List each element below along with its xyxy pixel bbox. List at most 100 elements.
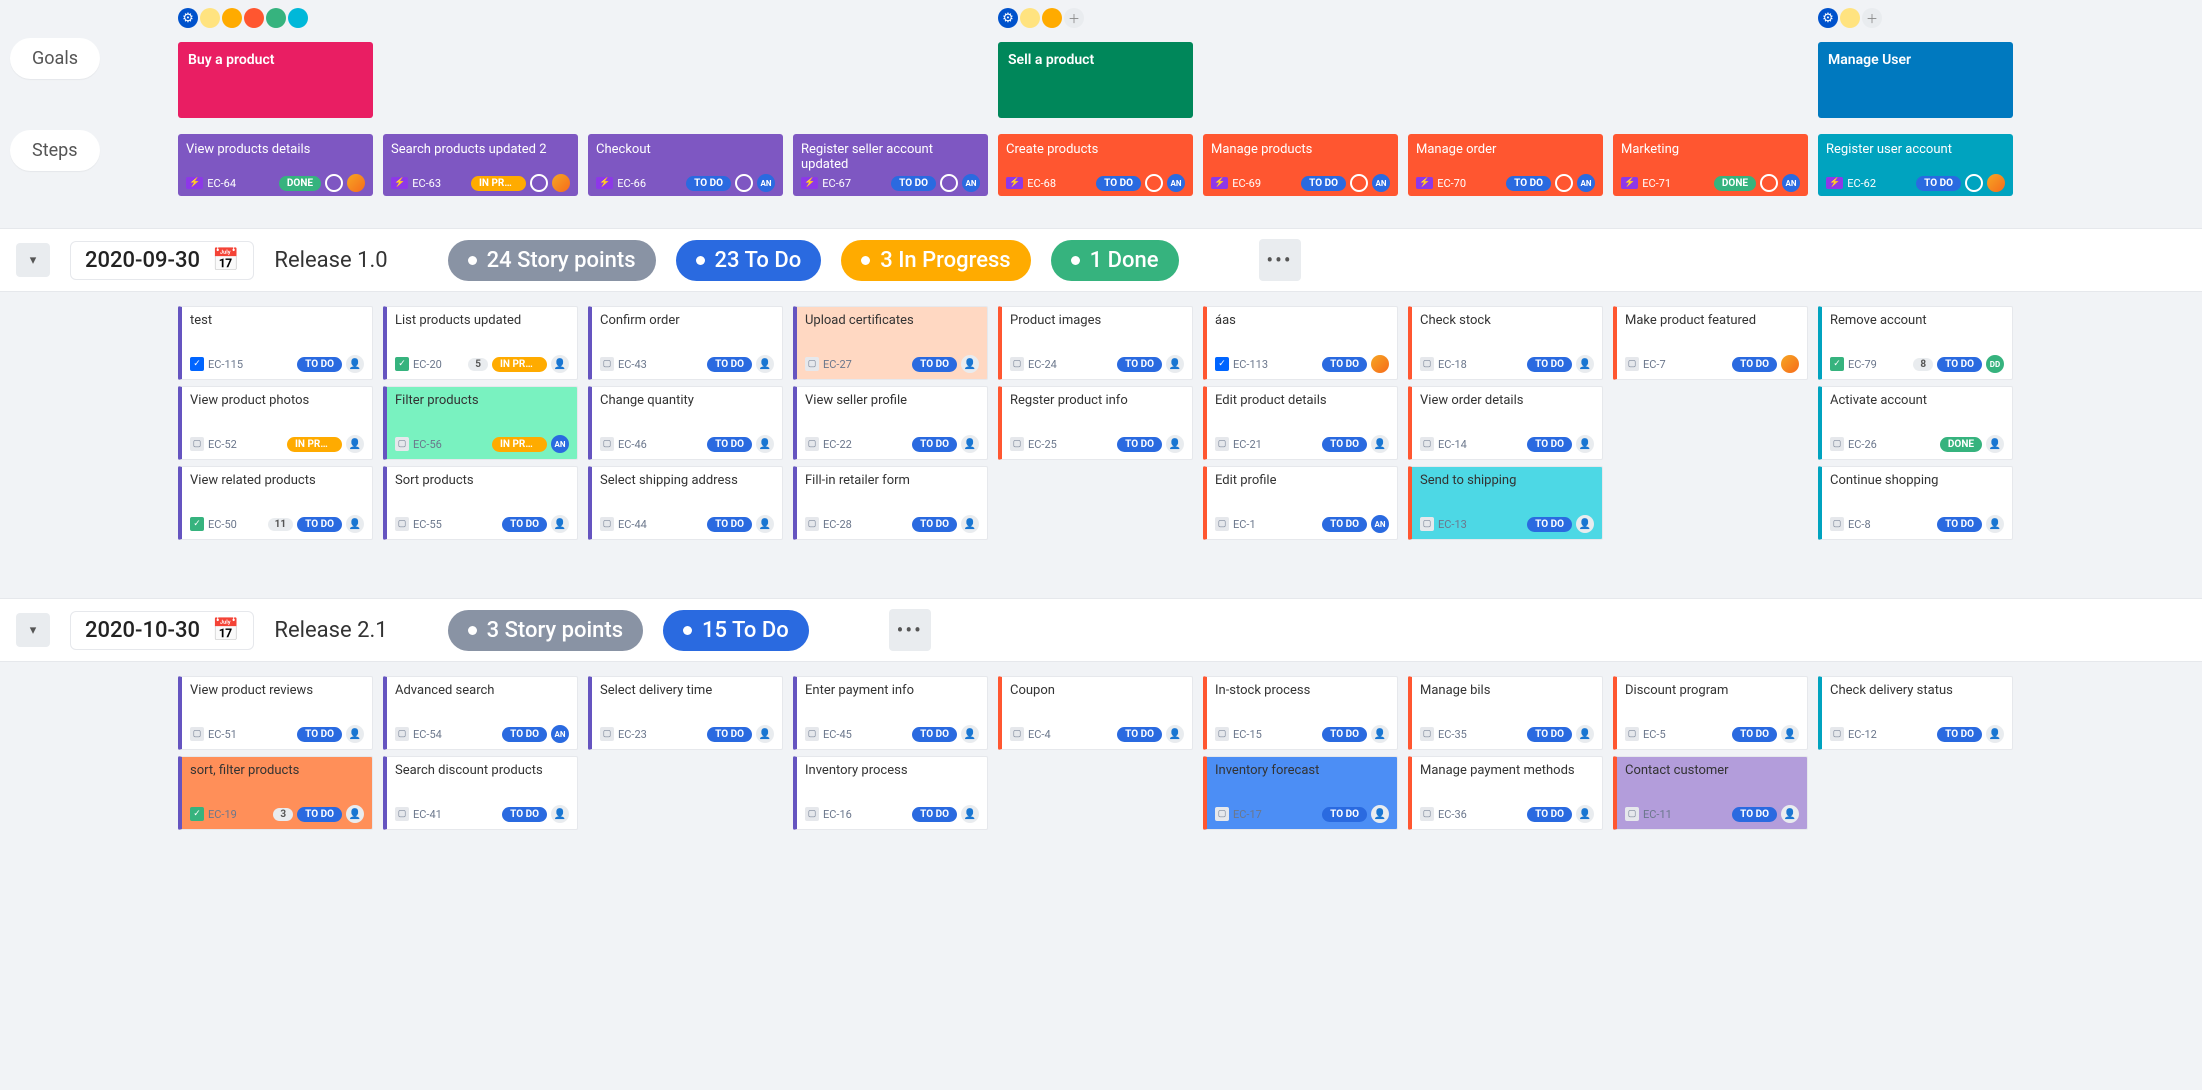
avatar (552, 174, 570, 192)
story-card[interactable]: Sort products ▢EC-55 TO DO👤 (383, 466, 578, 540)
story-card[interactable]: Inventory forecast ▢EC-17 TO DO👤 (1203, 756, 1398, 830)
persona-avatar[interactable] (222, 8, 242, 28)
story-card[interactable]: Search discount products ▢EC-41 TO DO👤 (383, 756, 578, 830)
step-card[interactable]: Register user account ⚡EC-62 TO DO (1818, 134, 2013, 196)
story-card[interactable]: Confirm order ▢EC-43 TO DO👤 (588, 306, 783, 380)
story-card[interactable]: Product images ▢EC-24 TO DO👤 (998, 306, 1193, 380)
story-card[interactable]: Change quantity ▢EC-46 TO DO👤 (588, 386, 783, 460)
release-stat-pill[interactable]: 15 To Do (663, 610, 809, 651)
story-key: EC-44 (618, 518, 647, 531)
story-title: Enter payment info (805, 683, 979, 698)
step-title: Register seller account updated (801, 142, 980, 172)
step-card[interactable]: Register seller account updated ⚡EC-67 T… (793, 134, 988, 196)
story-card[interactable]: test ✓EC-115 TO DO👤 (178, 306, 373, 380)
unassigned-icon: 👤 (1986, 435, 2004, 453)
story-card[interactable]: View product reviews ▢EC-51 TO DO👤 (178, 676, 373, 750)
status-pill: TO DO (1527, 807, 1572, 822)
story-card[interactable]: View related products ✓EC-50 11TO DO👤 (178, 466, 373, 540)
unassigned-icon: 👤 (1781, 805, 1799, 823)
story-card[interactable]: Coupon ▢EC-4 TO DO👤 (998, 676, 1193, 750)
gear-icon[interactable]: ⚙ (1818, 8, 1838, 28)
collapse-toggle[interactable]: ▾ (16, 243, 50, 277)
story-card[interactable]: Contact customer ▢EC-11 TO DO👤 (1613, 756, 1808, 830)
step-card[interactable]: Manage order ⚡EC-70 TO DOAN (1408, 134, 1603, 196)
persona-avatar[interactable] (1020, 8, 1040, 28)
story-card[interactable]: Continue shopping ▢EC-8 TO DO👤 (1818, 466, 2013, 540)
persona-avatar[interactable] (288, 8, 308, 28)
story-card[interactable]: Send to shipping ▢EC-13 TO DO👤 (1408, 466, 1603, 540)
story-card[interactable]: Edit product details ▢EC-21 TO DO👤 (1203, 386, 1398, 460)
story-card[interactable]: Select delivery time ▢EC-23 TO DO👤 (588, 676, 783, 750)
story-card[interactable]: Inventory process ▢EC-16 TO DO👤 (793, 756, 988, 830)
story-card[interactable]: View order details ▢EC-14 TO DO👤 (1408, 386, 1603, 460)
unassigned-icon: 👤 (346, 725, 364, 743)
story-card[interactable]: Check delivery status ▢EC-12 TO DO👤 (1818, 676, 2013, 750)
story-title: Manage bils (1420, 683, 1594, 698)
status-pill: TO DO (1937, 727, 1982, 742)
goal-card[interactable]: Manage User (1818, 42, 2013, 118)
story-card[interactable]: Remove account ✓EC-79 8TO DODD (1818, 306, 2013, 380)
story-card[interactable]: View product photos ▢EC-52 IN PROG...👤 (178, 386, 373, 460)
story-card[interactable]: Check stock ▢EC-18 TO DO👤 (1408, 306, 1603, 380)
story-card[interactable]: Regster product info ▢EC-25 TO DO👤 (998, 386, 1193, 460)
story-card[interactable]: Edit profile ▢EC-1 TO DOAN (1203, 466, 1398, 540)
story-card[interactable]: Select shipping address ▢EC-44 TO DO👤 (588, 466, 783, 540)
step-card[interactable]: Marketing ⚡EC-71 DONEAN (1613, 134, 1808, 196)
release-stat-pill[interactable]: 1 Done (1051, 240, 1179, 281)
issue-type-icon: ▢ (1010, 357, 1024, 371)
goal-card[interactable]: Buy a product (178, 42, 373, 118)
step-card[interactable]: Create products ⚡EC-68 TO DOAN (998, 134, 1193, 196)
story-card[interactable]: View seller profile ▢EC-22 TO DO👤 (793, 386, 988, 460)
more-menu[interactable]: ••• (889, 609, 931, 651)
persona-avatar[interactable] (1840, 8, 1860, 28)
story-card[interactable]: sort, filter products ✓EC-19 3TO DO👤 (178, 756, 373, 830)
story-key: EC-5 (1643, 728, 1666, 741)
story-card[interactable]: áas ✓EC-113 TO DO (1203, 306, 1398, 380)
story-points: 3 (273, 808, 293, 821)
step-card[interactable]: Manage products ⚡EC-69 TO DOAN (1203, 134, 1398, 196)
story-card[interactable]: Filter products ▢EC-56 IN PROG...AN (383, 386, 578, 460)
story-card[interactable]: Enter payment info ▢EC-45 TO DO👤 (793, 676, 988, 750)
collapse-toggle[interactable]: ▾ (16, 613, 50, 647)
persona-avatar[interactable] (200, 8, 220, 28)
story-card[interactable]: Make product featured ▢EC-7 TO DO (1613, 306, 1808, 380)
story-card[interactable]: Activate account ▢EC-26 DONE👤 (1818, 386, 2013, 460)
more-menu[interactable]: ••• (1259, 239, 1301, 281)
persona-avatar[interactable] (1042, 8, 1062, 28)
story-card[interactable]: Fill-in retailer form ▢EC-28 TO DO👤 (793, 466, 988, 540)
gear-icon[interactable]: ⚙ (178, 8, 198, 28)
dot-icon (861, 256, 870, 265)
step-key: EC-71 (1642, 177, 1671, 190)
issue-type-icon: ▢ (1215, 807, 1229, 821)
step-card[interactable]: View products details ⚡EC-64 DONE (178, 134, 373, 196)
add-persona-icon[interactable]: ＋ (1064, 8, 1084, 28)
release-stat-pill[interactable]: 3 In Progress (841, 240, 1030, 281)
story-card[interactable]: Upload certificates ▢EC-27 TO DO👤 (793, 306, 988, 380)
issue-type-icon: ▢ (805, 437, 819, 451)
story-card[interactable]: Manage payment methods ▢EC-36 TO DO👤 (1408, 756, 1603, 830)
gear-icon[interactable]: ⚙ (998, 8, 1018, 28)
story-key: EC-36 (1438, 808, 1467, 821)
status-pill: TO DO (297, 727, 342, 742)
dot-icon (468, 626, 477, 635)
story-card[interactable]: List products updated ✓EC-20 5IN PROG...… (383, 306, 578, 380)
release-date[interactable]: 2020-10-30📅 (70, 611, 254, 650)
story-title: Remove account (1830, 313, 2004, 328)
goal-card[interactable]: Sell a product (998, 42, 1193, 118)
story-card[interactable]: Manage bils ▢EC-35 TO DO👤 (1408, 676, 1603, 750)
persona-avatar[interactable] (244, 8, 264, 28)
story-card[interactable]: Discount program ▢EC-5 TO DO👤 (1613, 676, 1808, 750)
story-card[interactable]: Advanced search ▢EC-54 TO DOAN (383, 676, 578, 750)
release-stat-pill[interactable]: 23 To Do (676, 240, 822, 281)
add-persona-icon[interactable]: ＋ (1862, 8, 1882, 28)
story-card[interactable]: In-stock process ▢EC-15 TO DO👤 (1203, 676, 1398, 750)
persona-avatar[interactable] (266, 8, 286, 28)
avatar (1371, 355, 1389, 373)
release-stat-pill[interactable]: 24 Story points (448, 240, 656, 281)
release-stat-pill[interactable]: 3 Story points (448, 610, 643, 651)
avatar: AN (551, 435, 569, 453)
step-card[interactable]: Checkout ⚡EC-66 TO DOAN (588, 134, 783, 196)
release-date[interactable]: 2020-09-30📅 (70, 241, 254, 280)
step-card[interactable]: Search products updated 2 ⚡EC-63 IN PROG… (383, 134, 578, 196)
issue-type-icon: ▢ (1010, 437, 1024, 451)
